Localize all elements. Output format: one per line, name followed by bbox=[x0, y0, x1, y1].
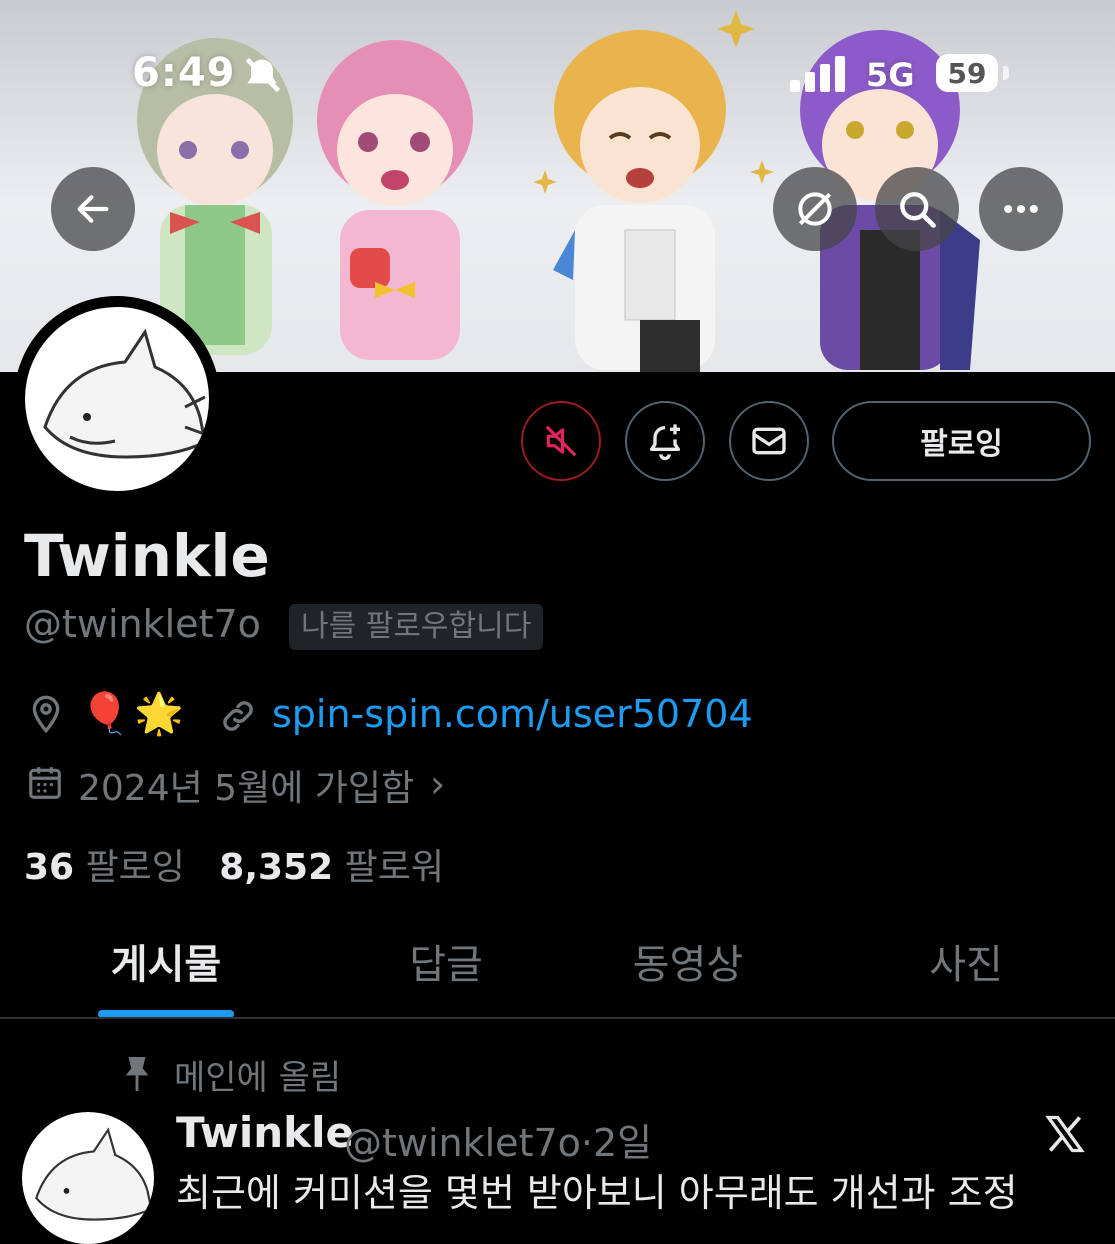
bell-plus-icon bbox=[650, 424, 680, 461]
post-author-avatar[interactable] bbox=[22, 1112, 154, 1244]
tabs-divider bbox=[0, 1017, 1115, 1019]
following-stat[interactable]: 36 팔로잉 bbox=[24, 847, 185, 888]
envelope-icon bbox=[752, 427, 786, 455]
balloon-emoji: 🎈 bbox=[80, 691, 130, 737]
profile-avatar[interactable] bbox=[14, 296, 220, 502]
search-button[interactable] bbox=[875, 167, 959, 251]
post-author-handle[interactable]: @twinklet7o bbox=[344, 1121, 581, 1165]
x-logo-icon bbox=[1045, 1115, 1085, 1153]
following-label: 팔로잉 bbox=[85, 847, 185, 888]
location-icon bbox=[32, 695, 60, 734]
notifications-button[interactable] bbox=[625, 401, 705, 481]
bell-slash-icon bbox=[245, 57, 281, 93]
more-button[interactable] bbox=[979, 167, 1063, 251]
tab-videos[interactable]: 동영상 bbox=[618, 932, 758, 990]
link-icon bbox=[223, 701, 253, 731]
battery-tip bbox=[1003, 66, 1009, 80]
tab-replies[interactable]: 답글 bbox=[380, 932, 512, 990]
follows-you-badge: 나를 팔로우합니다 bbox=[289, 604, 544, 650]
followers-count: 8,352 bbox=[219, 847, 334, 888]
pinned-label: 메인에 올림 bbox=[174, 1058, 342, 1098]
profile-handle: @twinklet7o bbox=[24, 602, 261, 646]
post-author-name[interactable]: Twinkle bbox=[176, 1108, 354, 1157]
follow-stats: 36 팔로잉 8,352 팔로워 bbox=[24, 838, 444, 890]
star-emoji: 🌟 bbox=[134, 691, 184, 737]
battery-indicator: 59 bbox=[936, 54, 998, 92]
pin-icon bbox=[125, 1057, 149, 1091]
back-button[interactable] bbox=[51, 167, 135, 251]
message-button[interactable] bbox=[729, 401, 809, 481]
following-count: 36 bbox=[24, 847, 75, 888]
post-time[interactable]: 2일 bbox=[593, 1121, 652, 1165]
unmute-button[interactable] bbox=[521, 401, 601, 481]
arrow-left-icon bbox=[77, 195, 109, 223]
followers-stat[interactable]: 8,352 팔로워 bbox=[219, 847, 444, 888]
tab-posts[interactable]: 게시물 bbox=[98, 932, 234, 990]
grok-button[interactable] bbox=[773, 167, 857, 251]
grok-icon bbox=[798, 192, 832, 226]
chevron-right-icon[interactable]: › bbox=[430, 762, 445, 806]
joined-date[interactable]: 2024년 5월에 가입함 bbox=[78, 759, 414, 811]
post-meta: @twinklet7o·2일 bbox=[344, 1112, 652, 1167]
meta-separator: · bbox=[580, 1121, 593, 1165]
search-icon bbox=[900, 192, 936, 228]
calendar-icon bbox=[29, 767, 61, 799]
network-type: 5G bbox=[866, 56, 915, 94]
following-button[interactable]: 팔로잉 bbox=[832, 401, 1091, 481]
website-link[interactable]: spin-spin.com/user50704 bbox=[272, 692, 753, 736]
speaker-mute-icon bbox=[545, 425, 577, 457]
signal-icon bbox=[790, 56, 845, 92]
status-time: 6:49 bbox=[132, 50, 236, 96]
tab-photos[interactable]: 사진 bbox=[900, 932, 1032, 990]
followers-label: 팔로워 bbox=[344, 847, 444, 888]
display-name: Twinkle bbox=[24, 522, 270, 590]
post-text[interactable]: 최근에 커미션을 몇번 받아보니 아무래도 개선과 조정 bbox=[176, 1162, 1096, 1217]
more-icon bbox=[1004, 204, 1038, 214]
shark-avatar-image bbox=[25, 307, 209, 491]
